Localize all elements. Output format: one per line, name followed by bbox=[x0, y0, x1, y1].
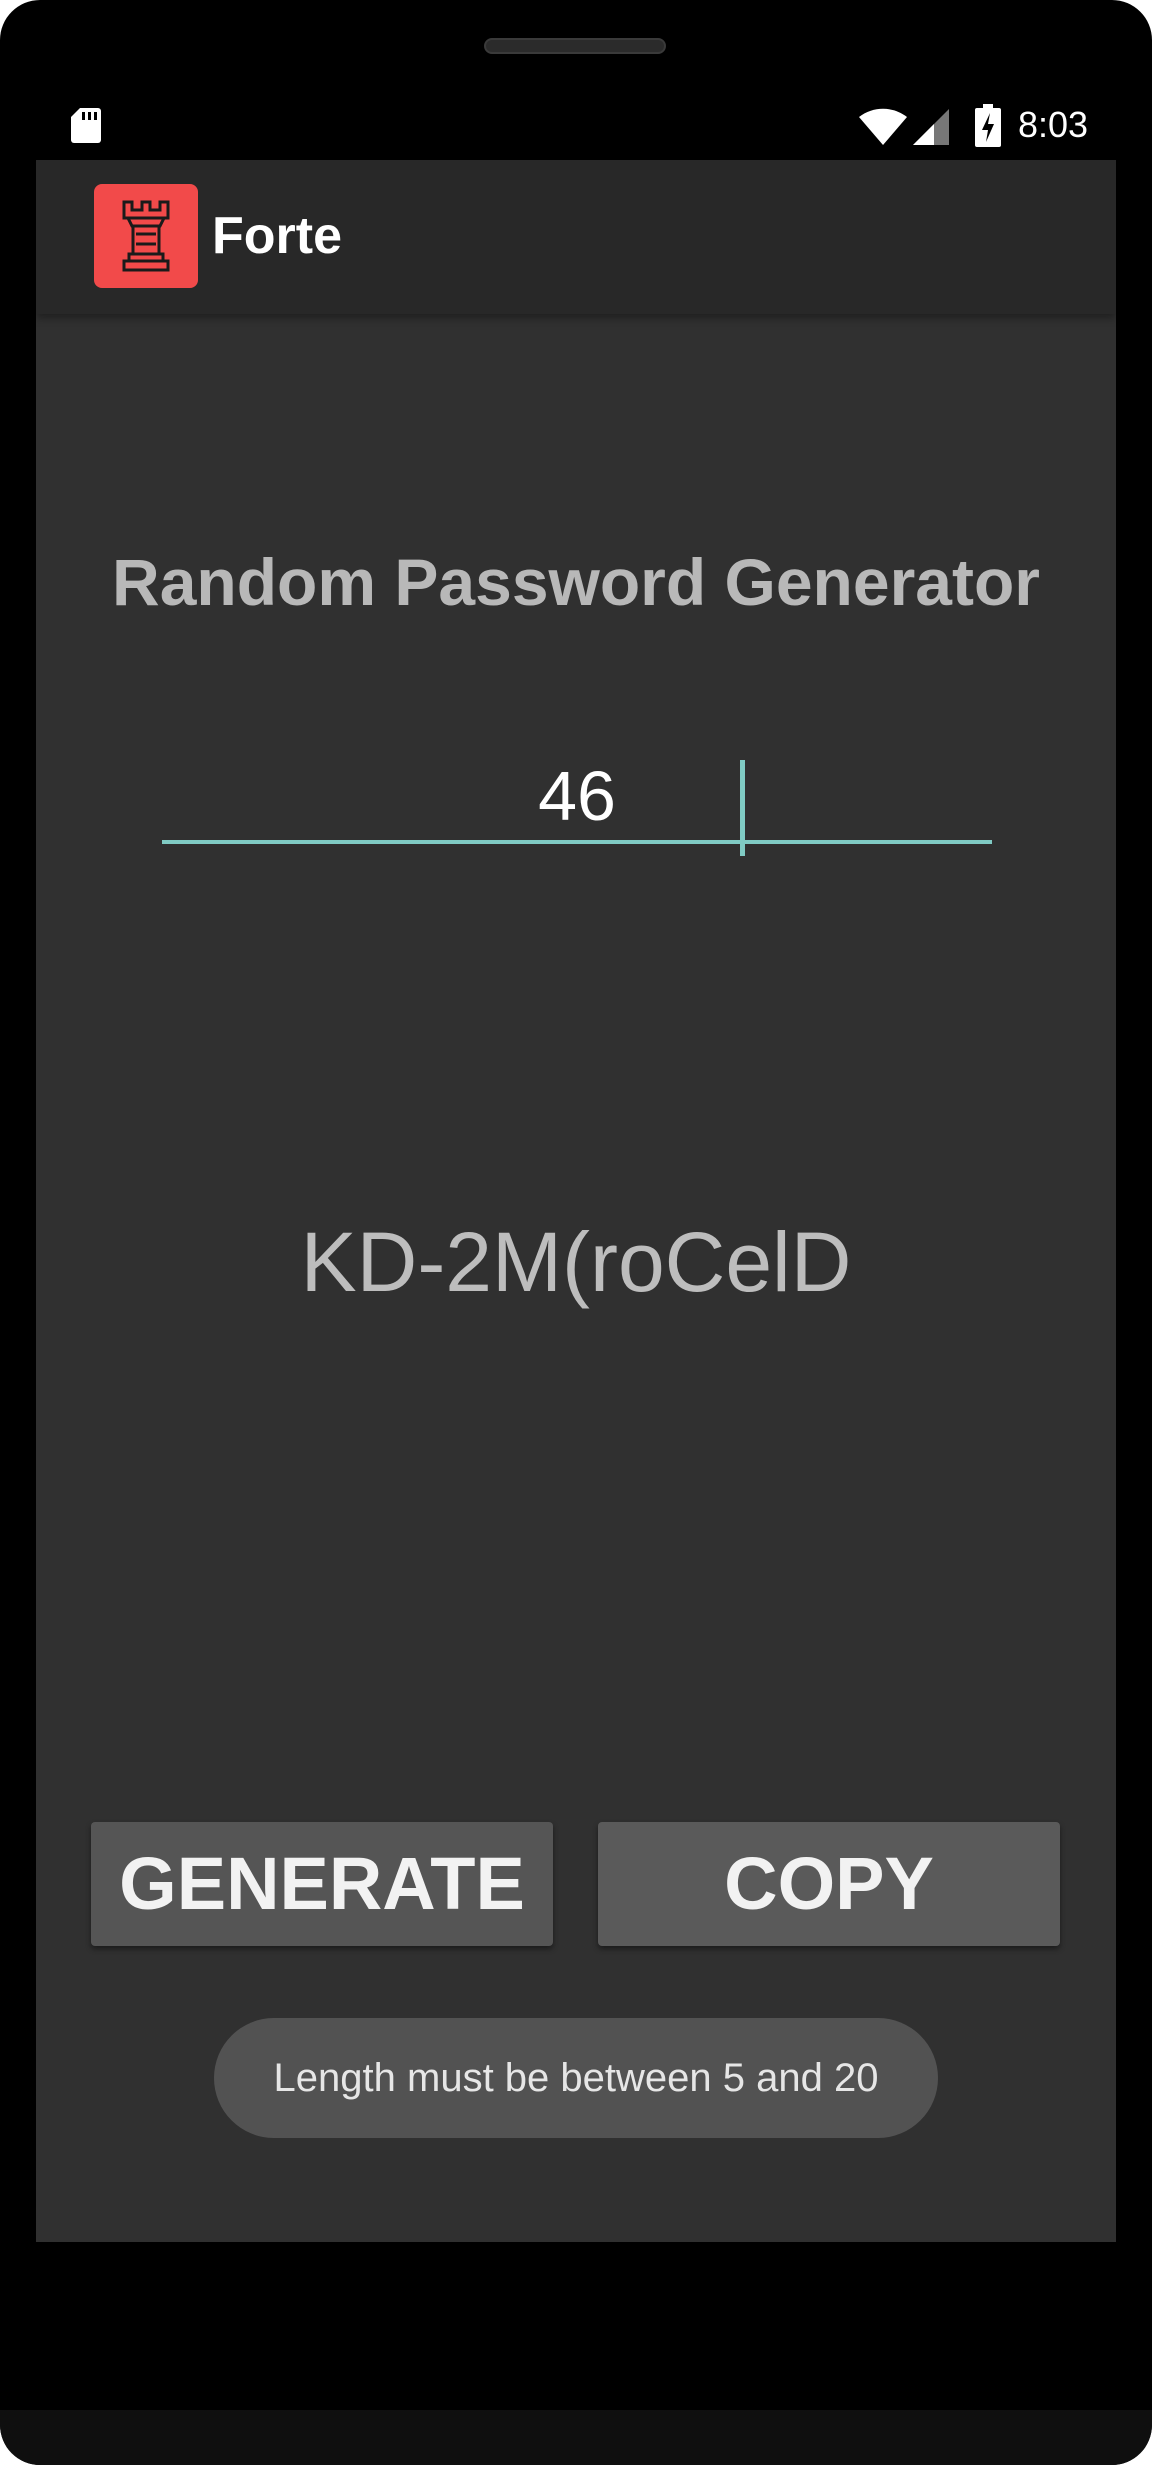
copy-button[interactable]: COPY bbox=[598, 1822, 1060, 1946]
screen: 8:03 Forte Random Password Generator 46 … bbox=[36, 74, 1116, 2242]
app-logo bbox=[94, 184, 198, 288]
battery-charging-icon bbox=[975, 104, 1001, 147]
signal-icon bbox=[913, 109, 949, 145]
sd-card-icon bbox=[71, 108, 101, 143]
length-input-value[interactable]: 46 bbox=[162, 756, 992, 836]
toast-message: Length must be between 5 and 20 bbox=[214, 2018, 938, 2138]
speaker-grille bbox=[484, 38, 666, 54]
generated-password: KD-2M(roCelD bbox=[300, 1215, 852, 1309]
status-time: 8:03 bbox=[1018, 104, 1089, 145]
main-content: Random Password Generator 46 KD-2M(roCel… bbox=[36, 314, 1116, 2242]
app-title: Forte bbox=[212, 207, 342, 265]
device-frame: 8:03 Forte Random Password Generator 46 … bbox=[0, 0, 1152, 2465]
page-title: Random Password Generator bbox=[112, 545, 1040, 619]
app-bar: Forte bbox=[36, 160, 1116, 314]
device-bottom-edge bbox=[0, 2410, 1152, 2465]
status-bar: 8:03 bbox=[36, 74, 1116, 160]
length-input[interactable]: 46 bbox=[162, 734, 992, 856]
text-cursor bbox=[740, 760, 745, 856]
chess-rook-icon bbox=[122, 200, 170, 272]
generate-button[interactable]: GENERATE bbox=[91, 1822, 553, 1946]
wifi-icon bbox=[859, 108, 907, 145]
